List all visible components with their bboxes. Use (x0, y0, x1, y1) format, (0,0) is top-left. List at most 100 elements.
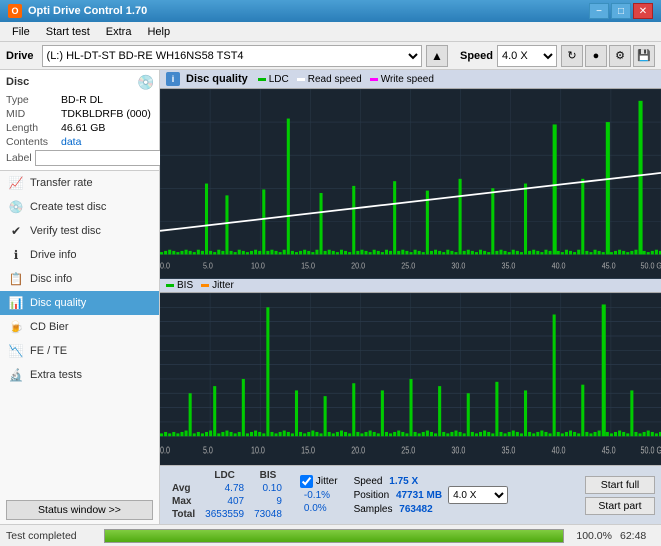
drive-label: Drive (6, 50, 34, 62)
create-test-disc-icon: 💿 (8, 199, 24, 215)
legend-write-label: Write speed (381, 74, 434, 85)
status-text: Test completed (6, 530, 96, 542)
disc-mid-row: MID TDKBLDRFB (000) (6, 108, 153, 120)
svg-text:30.0: 30.0 (451, 261, 465, 271)
svg-text:5.0: 5.0 (203, 444, 213, 456)
disc-quality-icon: 📊 (8, 295, 24, 311)
nav-transfer-rate[interactable]: 📈 Transfer rate (0, 171, 159, 195)
chart-title-icon: i (166, 72, 180, 86)
legend-ldc-dot (258, 78, 266, 81)
transfer-rate-icon: 📈 (8, 175, 24, 191)
disc-mid-label: MID (6, 108, 61, 120)
speed-selector[interactable]: 4.0 X (448, 486, 508, 504)
close-button[interactable]: ✕ (633, 3, 653, 19)
samples-label: Samples (354, 504, 393, 515)
samples-info-row: Samples 763482 (354, 504, 443, 515)
speed-position-info: Speed 1.75 X Position 47731 MB Samples 7… (354, 476, 443, 515)
nav-disc-info[interactable]: 📋 Disc info (0, 267, 159, 291)
nav-create-test-disc[interactable]: 💿 Create test disc (0, 195, 159, 219)
svg-text:40.0: 40.0 (552, 444, 566, 456)
menu-extra[interactable]: Extra (98, 24, 140, 40)
disc-length-value: 46.61 GB (61, 122, 105, 134)
svg-text:30.0: 30.0 (451, 444, 465, 456)
nav-cd-bier[interactable]: 🍺 CD Bier (0, 315, 159, 339)
window-controls: − □ ✕ (589, 3, 653, 19)
avg-label: Avg (168, 483, 199, 494)
nav-create-test-disc-label: Create test disc (30, 201, 106, 213)
svg-text:25.0: 25.0 (401, 444, 415, 456)
svg-text:15.0: 15.0 (301, 444, 315, 456)
start-part-button[interactable]: Start part (585, 497, 655, 515)
legend-ldc-label: LDC (269, 74, 289, 85)
progress-bar-inner (105, 530, 563, 542)
eject-button[interactable]: ▲ (426, 45, 448, 67)
jitter-label: Jitter (316, 476, 338, 487)
nav-disc-quality[interactable]: 📊 Disc quality (0, 291, 159, 315)
nav-disc-info-label: Disc info (30, 273, 72, 285)
nav-fe-te[interactable]: 📉 FE / TE (0, 339, 159, 363)
stats-table: LDC BIS Avg 4.78 0.10 Max 407 9 Total 36… (166, 468, 288, 522)
charts-container: 500 400 300 200 100 0 18X 16X 14X 12X 10… (160, 89, 661, 465)
content-area: i Disc quality LDC Read speed Write spee… (160, 70, 661, 524)
svg-text:0.0: 0.0 (160, 444, 170, 456)
svg-text:35.0: 35.0 (501, 444, 515, 456)
stats-bar: LDC BIS Avg 4.78 0.10 Max 407 9 Total 36… (160, 465, 661, 524)
bis-column-header: BIS (250, 470, 286, 481)
record-icon[interactable]: ● (585, 45, 607, 67)
bis-chart-svg: 10 9 8 7 6 5 4 3 2 1 10% 8% 6% 4% 2% (160, 293, 661, 465)
speed-select[interactable]: 4.0 X (497, 45, 557, 67)
drive-select[interactable]: (L:) HL-DT-ST BD-RE WH16NS58 TST4 (42, 45, 422, 67)
sidebar: Disc 💿 Type BD-R DL MID TDKBLDRFB (000) … (0, 70, 160, 524)
bis-legend-row: BIS Jitter (160, 279, 661, 293)
jitter-checkbox[interactable] (300, 475, 313, 488)
nav-drive-info[interactable]: ℹ Drive info (0, 243, 159, 267)
legend-write-dot (370, 78, 378, 81)
svg-text:45.0: 45.0 (602, 261, 616, 271)
fe-te-icon: 📉 (8, 343, 24, 359)
legend-write-speed: Write speed (370, 74, 434, 85)
disc-label-input[interactable] (35, 150, 173, 166)
speed-label: Speed (460, 50, 493, 62)
minimize-button[interactable]: − (589, 3, 609, 19)
svg-text:5.0: 5.0 (203, 261, 213, 271)
legend-bis-label: BIS (177, 280, 193, 291)
drive-bar: Drive (L:) HL-DT-ST BD-RE WH16NS58 TST4 … (0, 42, 661, 70)
avg-ldc-value: 4.78 (201, 483, 248, 494)
position-info-row: Position 47731 MB (354, 490, 443, 501)
svg-text:0.0: 0.0 (160, 261, 170, 271)
legend-read-speed: Read speed (297, 74, 362, 85)
legend-bis: BIS (166, 280, 193, 291)
disc-panel-header: Disc 💿 (6, 74, 153, 90)
save-icon[interactable]: 💾 (633, 45, 655, 67)
avg-bis-value: 0.10 (250, 483, 286, 494)
nav-fe-te-label: FE / TE (30, 345, 67, 357)
legend-bis-dot (166, 284, 174, 287)
start-full-button[interactable]: Start full (585, 476, 655, 494)
verify-test-disc-icon: ✔ (8, 223, 24, 239)
settings-icon[interactable]: ⚙ (609, 45, 631, 67)
disc-contents-value: data (61, 136, 81, 148)
menu-file[interactable]: File (4, 24, 38, 40)
disc-type-label: Type (6, 94, 61, 106)
nav-verify-test-disc-label: Verify test disc (30, 225, 101, 237)
menu-start-test[interactable]: Start test (38, 24, 98, 40)
svg-text:45.0: 45.0 (602, 444, 616, 456)
svg-text:15.0: 15.0 (301, 261, 315, 271)
speed-info-row: Speed 1.75 X (354, 476, 443, 487)
disc-icon[interactable]: 💿 (137, 74, 153, 90)
svg-text:35.0: 35.0 (501, 261, 515, 271)
action-buttons: Start full Start part (585, 476, 655, 515)
total-ldc-value: 3653559 (201, 509, 248, 520)
total-bis-value: 73048 (250, 509, 286, 520)
status-window-button[interactable]: Status window >> (6, 500, 153, 520)
disc-label-row: Label 🔍 (6, 150, 153, 166)
svg-text:25.0: 25.0 (401, 261, 415, 271)
maximize-button[interactable]: □ (611, 3, 631, 19)
svg-text:40.0: 40.0 (552, 261, 566, 271)
nav-verify-test-disc[interactable]: ✔ Verify test disc (0, 219, 159, 243)
nav-extra-tests[interactable]: 🔬 Extra tests (0, 363, 159, 387)
svg-text:10.0: 10.0 (251, 261, 265, 271)
refresh-icon[interactable]: ↻ (561, 45, 583, 67)
legend-ldc: LDC (258, 74, 289, 85)
menu-help[interactable]: Help (139, 24, 178, 40)
